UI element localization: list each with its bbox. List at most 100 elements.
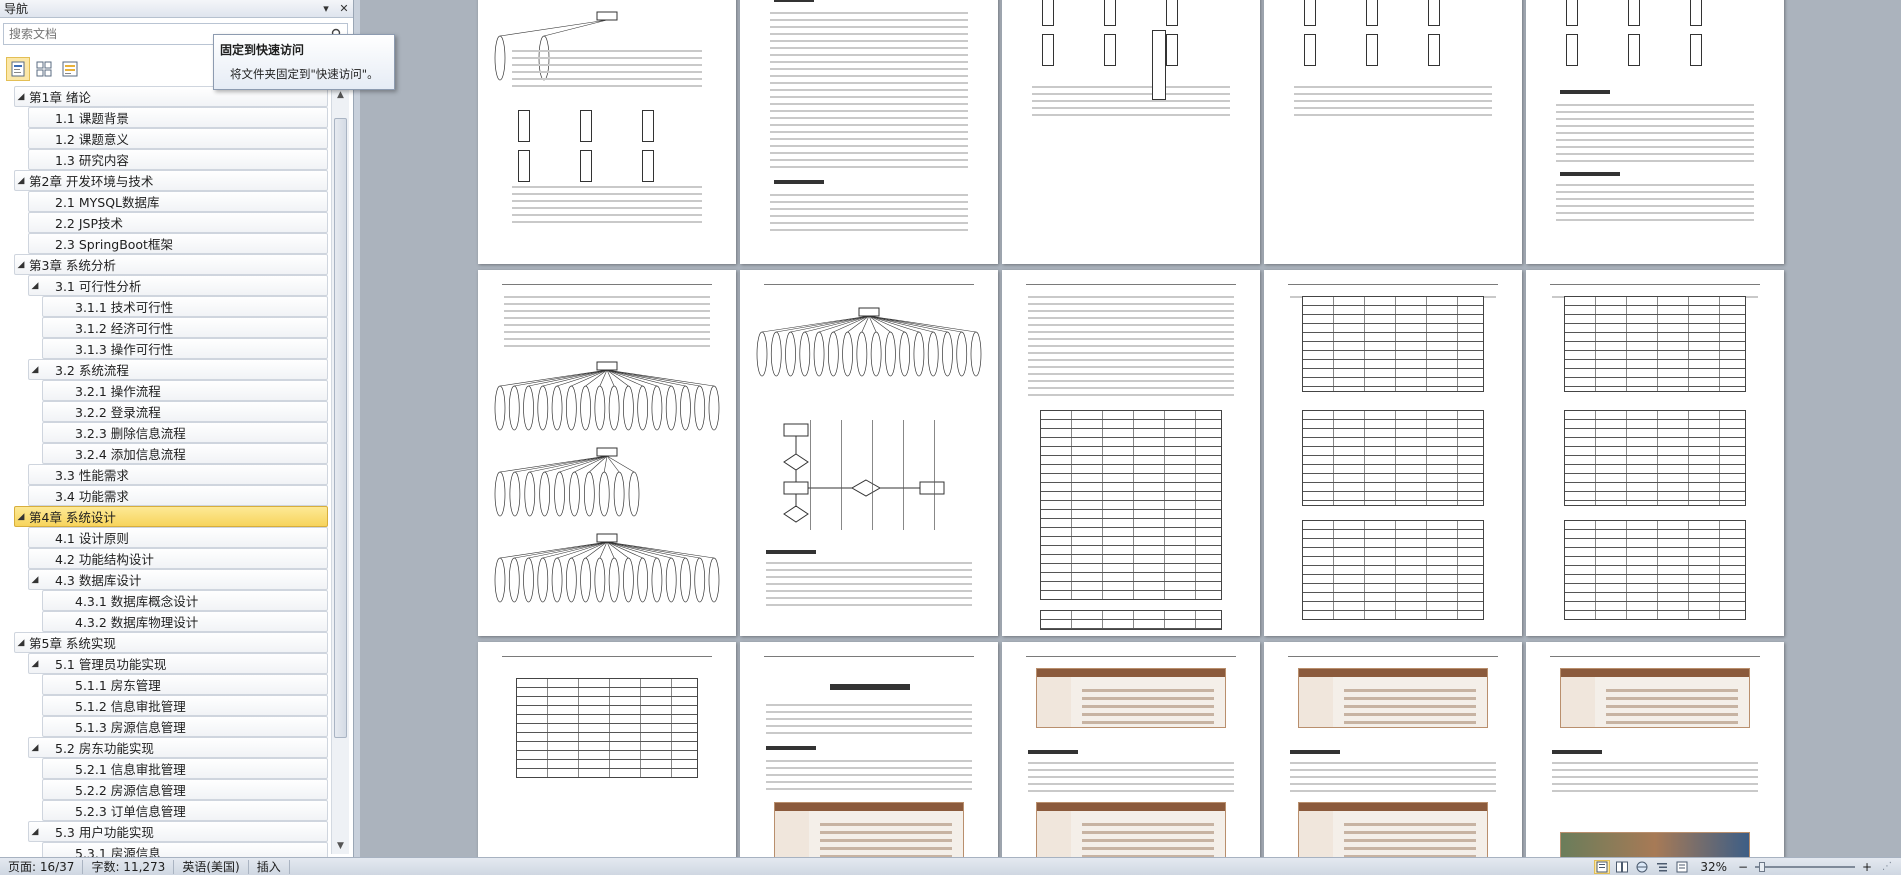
document-page[interactable] xyxy=(1526,642,1784,857)
document-page[interactable] xyxy=(478,270,736,636)
insert-mode[interactable]: 插入 xyxy=(249,859,290,874)
document-page[interactable] xyxy=(478,0,736,264)
outline-item-label: 5.1 管理员功能实现 xyxy=(55,657,167,672)
screenshot-row xyxy=(820,847,952,850)
language-indicator[interactable]: 英语(美国) xyxy=(174,859,249,874)
outline-section-item[interactable]: 4.2 功能结构设计 xyxy=(28,548,328,569)
outline-item-label: 3.2.3 删除信息流程 xyxy=(75,426,186,441)
draft-view-icon[interactable] xyxy=(1674,860,1690,874)
outline-subsection-item[interactable]: 5.1.1 房东管理 xyxy=(42,674,328,695)
outline-subsection-item[interactable]: 5.2.3 订单信息管理 xyxy=(42,800,328,821)
outline-subsection-item[interactable]: 3.2.1 操作流程 xyxy=(42,380,328,401)
outline-section-item[interactable]: ◢ 4.3 数据库设计 xyxy=(28,569,328,590)
outline-subsection-item[interactable]: 3.2.2 登录流程 xyxy=(42,401,328,422)
outline-section-item[interactable]: ◢ 5.1 管理员功能实现 xyxy=(28,653,328,674)
search-results-icon xyxy=(62,61,78,77)
outline-section-item[interactable]: 3.4 功能需求 xyxy=(28,485,328,506)
nav-options-dropdown-icon[interactable]: ▾ xyxy=(317,2,335,15)
results-view-tab[interactable] xyxy=(58,57,82,81)
document-page[interactable] xyxy=(1526,0,1784,264)
document-page[interactable] xyxy=(1264,0,1522,264)
full-screen-reading-icon[interactable] xyxy=(1614,860,1630,874)
outline-view-icon[interactable] xyxy=(1654,860,1670,874)
collapse-triangle-icon[interactable]: ◢ xyxy=(29,743,41,753)
outline-chapter-item[interactable]: ◢ 第5章 系统实现 xyxy=(14,632,328,653)
document-page[interactable] xyxy=(740,270,998,636)
outline-item-label: 3.2.2 登录流程 xyxy=(75,405,161,420)
collapse-triangle-icon[interactable]: ◢ xyxy=(15,260,27,270)
outline-subsection-item[interactable]: 5.1.3 房源信息管理 xyxy=(42,716,328,737)
outline-subsection-item[interactable]: 3.1.3 操作可行性 xyxy=(42,338,328,359)
document-page[interactable] xyxy=(1264,270,1522,636)
zoom-out-icon[interactable]: − xyxy=(1735,860,1751,874)
text-line xyxy=(1028,303,1234,305)
outline-subsection-item[interactable]: 3.2.4 添加信息流程 xyxy=(42,443,328,464)
outline-subsection-item[interactable]: 5.2.2 房源信息管理 xyxy=(42,779,328,800)
nav-scrollbar[interactable]: ▲ ▼ xyxy=(331,86,349,854)
outline-section-item[interactable]: 1.1 课题背景 xyxy=(28,107,328,128)
ui-screenshot xyxy=(774,802,964,857)
outline-section-item[interactable]: 4.1 设计原则 xyxy=(28,527,328,548)
zoom-level[interactable]: 32% xyxy=(1700,860,1727,874)
collapse-triangle-icon[interactable]: ◢ xyxy=(15,92,27,102)
outline-chapter-item[interactable]: ◢ 第2章 开发环境与技术 xyxy=(14,170,328,191)
outline-subsection-item[interactable]: 3.2.3 删除信息流程 xyxy=(42,422,328,443)
collapse-triangle-icon[interactable]: ◢ xyxy=(15,638,27,648)
collapse-triangle-icon[interactable]: ◢ xyxy=(29,365,41,375)
collapse-triangle-icon[interactable]: ◢ xyxy=(29,575,41,585)
outline-section-item[interactable]: ◢ 5.2 房东功能实现 xyxy=(28,737,328,758)
close-icon[interactable]: ✕ xyxy=(335,2,353,15)
collapse-triangle-icon[interactable]: ◢ xyxy=(29,659,41,669)
outline-subsection-item[interactable]: 5.1.2 信息审批管理 xyxy=(42,695,328,716)
scroll-down-icon[interactable]: ▼ xyxy=(332,837,349,854)
outline-subsection-item[interactable]: 4.3.1 数据库概念设计 xyxy=(42,590,328,611)
outline-section-item[interactable]: 1.2 课题意义 xyxy=(28,128,328,149)
text-line xyxy=(1028,359,1234,361)
document-area[interactable] xyxy=(360,0,1901,857)
text-line xyxy=(770,138,968,140)
outline-section-item[interactable]: ◢ 3.1 可行性分析 xyxy=(28,275,328,296)
headings-view-tab[interactable] xyxy=(6,57,30,81)
view-controls: 32% − + ⋰ xyxy=(1594,859,1901,874)
diagram-box xyxy=(1042,34,1054,66)
print-layout-view-icon[interactable] xyxy=(1594,859,1611,874)
collapse-triangle-icon[interactable]: ◢ xyxy=(29,281,41,291)
collapse-triangle-icon[interactable]: ◢ xyxy=(15,512,27,522)
outline-subsection-item[interactable]: 3.1.2 经济可行性 xyxy=(42,317,328,338)
outline-chapter-item[interactable]: ◢ 第3章 系统分析 xyxy=(14,254,328,275)
outline-section-item[interactable]: 2.3 SpringBoot框架 xyxy=(28,233,328,254)
outline-section-item[interactable]: 2.1 MYSQL数据库 xyxy=(28,191,328,212)
scrollbar-thumb[interactable] xyxy=(334,118,347,738)
document-page[interactable] xyxy=(1526,270,1784,636)
text-line xyxy=(766,604,972,606)
outline-section-item[interactable]: ◢ 3.2 系统流程 xyxy=(28,359,328,380)
outline-section-item[interactable]: 3.3 性能需求 xyxy=(28,464,328,485)
outline-section-item[interactable]: 2.2 JSP技术 xyxy=(28,212,328,233)
document-page[interactable] xyxy=(478,642,736,857)
collapse-triangle-icon[interactable]: ◢ xyxy=(15,176,27,186)
text-line xyxy=(766,788,972,790)
document-page[interactable] xyxy=(1002,270,1260,636)
word-count[interactable]: 字数: 11,273 xyxy=(83,859,175,874)
outline-section-item[interactable]: 1.3 研究内容 xyxy=(28,149,328,170)
collapse-triangle-icon[interactable]: ◢ xyxy=(29,827,41,837)
document-page[interactable] xyxy=(1002,642,1260,857)
page-count[interactable]: 页面: 16/37 xyxy=(0,859,84,874)
outline-subsection-item[interactable]: 4.3.2 数据库物理设计 xyxy=(42,611,328,632)
outline-subsection-item[interactable]: 5.2.1 信息审批管理 xyxy=(42,758,328,779)
text-line xyxy=(770,229,968,231)
outline-item-label: 4.2 功能结构设计 xyxy=(55,552,154,567)
web-layout-view-icon[interactable] xyxy=(1634,860,1650,874)
document-page[interactable] xyxy=(1002,0,1260,264)
document-page[interactable] xyxy=(740,642,998,857)
zoom-in-icon[interactable]: + xyxy=(1859,860,1875,874)
zoom-slider-knob[interactable] xyxy=(1759,861,1765,872)
outline-section-item[interactable]: ◢ 5.3 用户功能实现 xyxy=(28,821,328,842)
outline-chapter-item[interactable]: ◢ 第4章 系统设计 xyxy=(14,506,328,527)
text-line xyxy=(504,303,710,305)
zoom-slider[interactable] xyxy=(1755,860,1855,874)
outline-subsection-item[interactable]: 3.1.1 技术可行性 xyxy=(42,296,328,317)
document-page[interactable] xyxy=(740,0,998,264)
document-page[interactable] xyxy=(1264,642,1522,857)
pages-view-tab[interactable] xyxy=(32,57,56,81)
